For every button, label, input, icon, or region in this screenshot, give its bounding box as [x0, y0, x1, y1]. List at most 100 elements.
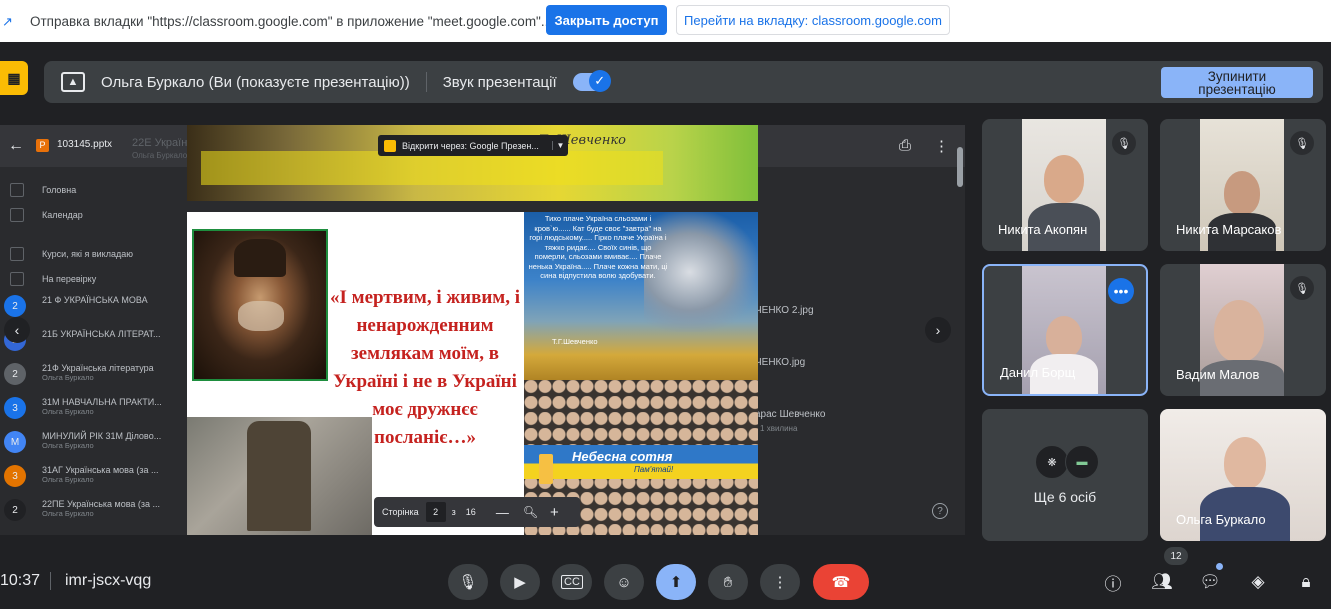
- open-with-google-slides-button[interactable]: Відкрити через: Google Презен... ▼: [378, 135, 568, 156]
- captions-icon: CC: [561, 575, 583, 589]
- participant-tile[interactable]: 🎙︎ Никита Марсаков: [1160, 119, 1326, 251]
- course-text: 21 Ф УКРАЇНСЬКА МОВА: [42, 295, 148, 305]
- candle-image: [539, 454, 553, 484]
- hand-icon: ✋︎: [723, 573, 733, 591]
- captions-button[interactable]: CC: [552, 564, 592, 600]
- raise-hand-button[interactable]: ✋︎: [708, 564, 748, 600]
- list-item[interactable]: арас Шевченко • 1 хвилина: [735, 409, 955, 461]
- avatar: ▬: [1065, 445, 1099, 479]
- print-icon[interactable]: ⎙: [899, 137, 911, 154]
- meeting-controls: 10:37 imr-jscx-vqg 🎙︎ ▶︎ CC ☺ ⬆︎ ✋︎ ⋮ ☎︎…: [0, 547, 1331, 609]
- course-avatar: М: [4, 431, 26, 453]
- course-avatar: 2: [4, 295, 26, 317]
- sidebar-item-to-review[interactable]: На перевірку: [0, 266, 185, 291]
- more-options-icon[interactable]: •••: [1108, 278, 1134, 304]
- poem-poster: Тихо плаче Україна сльозами і кров`ю....…: [524, 212, 758, 380]
- more-options-button[interactable]: ⋮: [760, 564, 800, 600]
- lock-person-icon: 🔒︎: [1301, 572, 1311, 591]
- back-arrow-icon[interactable]: ←: [8, 137, 24, 155]
- page-label: Сторінка: [382, 507, 419, 517]
- sidebar-course-item[interactable]: 3 31М НАВЧАЛЬНА ПРАКТИ... Ольга Буркало: [0, 393, 185, 427]
- course-title: 21Ф Українська література: [42, 363, 154, 373]
- reactions-button[interactable]: ☺: [604, 564, 644, 600]
- course-title: 22ПЕ Українська мова (за ...: [42, 499, 161, 509]
- monument-collage: [187, 417, 372, 535]
- go-to-tab-button[interactable]: Перейти на вкладку: classroom.google.com: [676, 5, 950, 35]
- participant-tile[interactable]: 🎙︎ Никита Акопян: [982, 119, 1148, 251]
- list-item[interactable]: ЧЕНКО.jpg: [735, 357, 955, 409]
- present-now-button[interactable]: ⬆︎: [656, 564, 696, 600]
- course-text: 21Ф Українська література Ольга Буркало: [42, 363, 154, 382]
- page-number-input[interactable]: 2: [425, 502, 446, 522]
- camera-button[interactable]: ▶︎: [500, 564, 540, 600]
- sidebar-course-item[interactable]: 2 22ПЕ Українська мова (за ... Ольга Бурка…: [0, 495, 185, 529]
- zoom-in-icon[interactable]: +: [550, 504, 559, 521]
- more-participants-tile[interactable]: ❋ ▬ Ще 6 осіб: [982, 409, 1148, 541]
- participant-tile[interactable]: 🎙︎ Вадим Малов: [1160, 264, 1326, 396]
- sidebar-item-calendar[interactable]: Календар: [0, 202, 185, 227]
- page-total: 16: [465, 507, 476, 517]
- course-text: 21Б УКРАЇНСЬКА ЛІТЕРАТ...: [42, 329, 161, 339]
- sidebar-item-teaching[interactable]: Курси, які я викладаю: [0, 241, 185, 266]
- portrait-moustache: [238, 301, 284, 331]
- sidebar-item-label: Курси, які я викладаю: [42, 248, 133, 259]
- course-text: МИНУЛИЙ РІК 31М Діловo... Ольга Буркало: [42, 431, 161, 450]
- meeting-details-button[interactable]: ⓘ: [1101, 570, 1125, 594]
- list-item[interactable]: ЧЕНКО 2.jpg: [735, 305, 955, 357]
- participant-tile-active[interactable]: ••• Данил Борщ: [982, 264, 1148, 396]
- mic-off-icon: 🎙︎: [1290, 131, 1314, 155]
- participant-name: Никита Акопян: [998, 222, 1088, 237]
- course-avatar: 2: [4, 499, 26, 521]
- scrollbar[interactable]: [957, 147, 963, 187]
- previous-arrow-icon[interactable]: ‹: [4, 317, 30, 343]
- sidebar-course-item[interactable]: М МИНУЛИЙ РІК 31М Діловo... Ольга Буркало: [0, 427, 185, 461]
- course-title: 31М НАВЧАЛЬНА ПРАКТИ...: [42, 397, 162, 407]
- mic-icon: 🎙︎: [458, 574, 478, 591]
- course-title: 21 Ф УКРАЇНСЬКА МОВА: [42, 295, 148, 305]
- list-item-sub: • 1 хвилина: [755, 424, 798, 433]
- course-teacher: Ольга Буркало: [42, 407, 94, 416]
- meet-activity-icon[interactable]: ▦: [0, 61, 28, 95]
- people-button[interactable]: 👥︎: [1150, 570, 1174, 594]
- people-icon: 👥︎: [1151, 572, 1173, 591]
- course-teacher: Ольга Буркало: [42, 441, 94, 450]
- sidebar-course-item[interactable]: 2 21 Ф УКРАЇНСЬКА МОВА: [0, 291, 185, 325]
- stop-presenting-button[interactable]: Зупинити презентацію: [1161, 67, 1313, 98]
- zoom-out-icon[interactable]: —: [496, 505, 509, 520]
- slide-decoration: [201, 151, 663, 185]
- help-icon[interactable]: ?: [932, 503, 948, 519]
- sidebar-item-home[interactable]: Головна: [0, 177, 185, 202]
- divider: [425, 72, 427, 92]
- shared-screen: ← P 103145.pptx 22Е Української Ольга Бу…: [0, 125, 965, 535]
- open-with-label: Відкрити через: Google Презен...: [402, 140, 539, 151]
- microphone-button[interactable]: 🎙︎: [448, 564, 488, 600]
- course-text: 22ПЕ Українська мова (за ... Ольга Буркал…: [42, 499, 160, 518]
- divider: [50, 572, 51, 590]
- chat-button[interactable]: 💬︎: [1198, 570, 1222, 594]
- presenting-row: ▦ ▲ Ольга Буркало (Ви (показуєте презент…: [0, 45, 1331, 123]
- participant-name: Данил Борщ: [1000, 365, 1076, 380]
- share-message: Отправка вкладки "https://classroom.goog…: [30, 13, 553, 29]
- participant-name: Никита Марсаков: [1176, 222, 1282, 237]
- participant-tile-self[interactable]: Ольга Буркало: [1160, 409, 1326, 541]
- chevron-down-icon[interactable]: ▼: [552, 141, 568, 150]
- more-vert-icon[interactable]: ⋮: [934, 137, 949, 155]
- presentation-sound-toggle[interactable]: ✓: [572, 70, 611, 92]
- sidebar-course-item[interactable]: 3 31АГ Українська мова (за ... Ольга Бурка…: [0, 461, 185, 495]
- zoom-icon[interactable]: 🔍︎: [523, 505, 538, 519]
- avatar-group: ❋ ▬: [1035, 445, 1099, 479]
- sidebar-course-item[interactable]: 2 21Ф Українська література Ольга Буркало: [0, 359, 185, 393]
- meeting-code: imr-jscx-vqg: [65, 572, 152, 589]
- avatar: ❋: [1035, 445, 1069, 479]
- course-avatar: 3: [4, 465, 26, 487]
- close-access-button[interactable]: Закрыть доступ: [546, 5, 667, 35]
- monument-image: [247, 421, 311, 531]
- sidebar-item-label: На перевірку: [42, 273, 97, 284]
- course-title: 31АГ Українська мова (за ...: [42, 465, 159, 475]
- next-arrow-icon[interactable]: ›: [925, 317, 951, 343]
- host-controls-button[interactable]: 🔒︎: [1294, 570, 1318, 594]
- course-text: 31М НАВЧАЛЬНА ПРАКТИ... Ольга Буркало: [42, 397, 162, 416]
- leave-call-button[interactable]: ☎︎: [813, 564, 869, 600]
- home-icon: [10, 182, 24, 197]
- activities-button[interactable]: ◈: [1246, 570, 1270, 594]
